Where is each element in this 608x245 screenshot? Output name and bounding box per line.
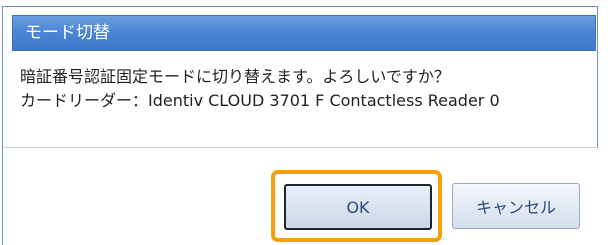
ok-button-label: OK — [346, 197, 370, 217]
confirmation-text: 暗証番号認証固定モードに切り替えます。よろしいですか？ — [20, 67, 450, 86]
cancel-button-label: キャンセル — [475, 198, 556, 217]
screen: モード切替 暗証番号認証固定モードに切り替えます。よろしいですか？ カードリーダ… — [0, 0, 608, 245]
card-reader-text: カードリーダー：Identiv CLOUD 3701 F Contactless… — [20, 91, 500, 110]
cancel-button[interactable]: キャンセル — [452, 183, 580, 229]
dialog-title: モード切替 — [25, 23, 110, 43]
ok-button[interactable]: OK — [284, 184, 432, 230]
dialog-message: 暗証番号認証固定モードに切り替えます。よろしいですか？ カードリーダー：Iden… — [20, 65, 500, 113]
dialog-titlebar: モード切替 — [12, 15, 596, 51]
